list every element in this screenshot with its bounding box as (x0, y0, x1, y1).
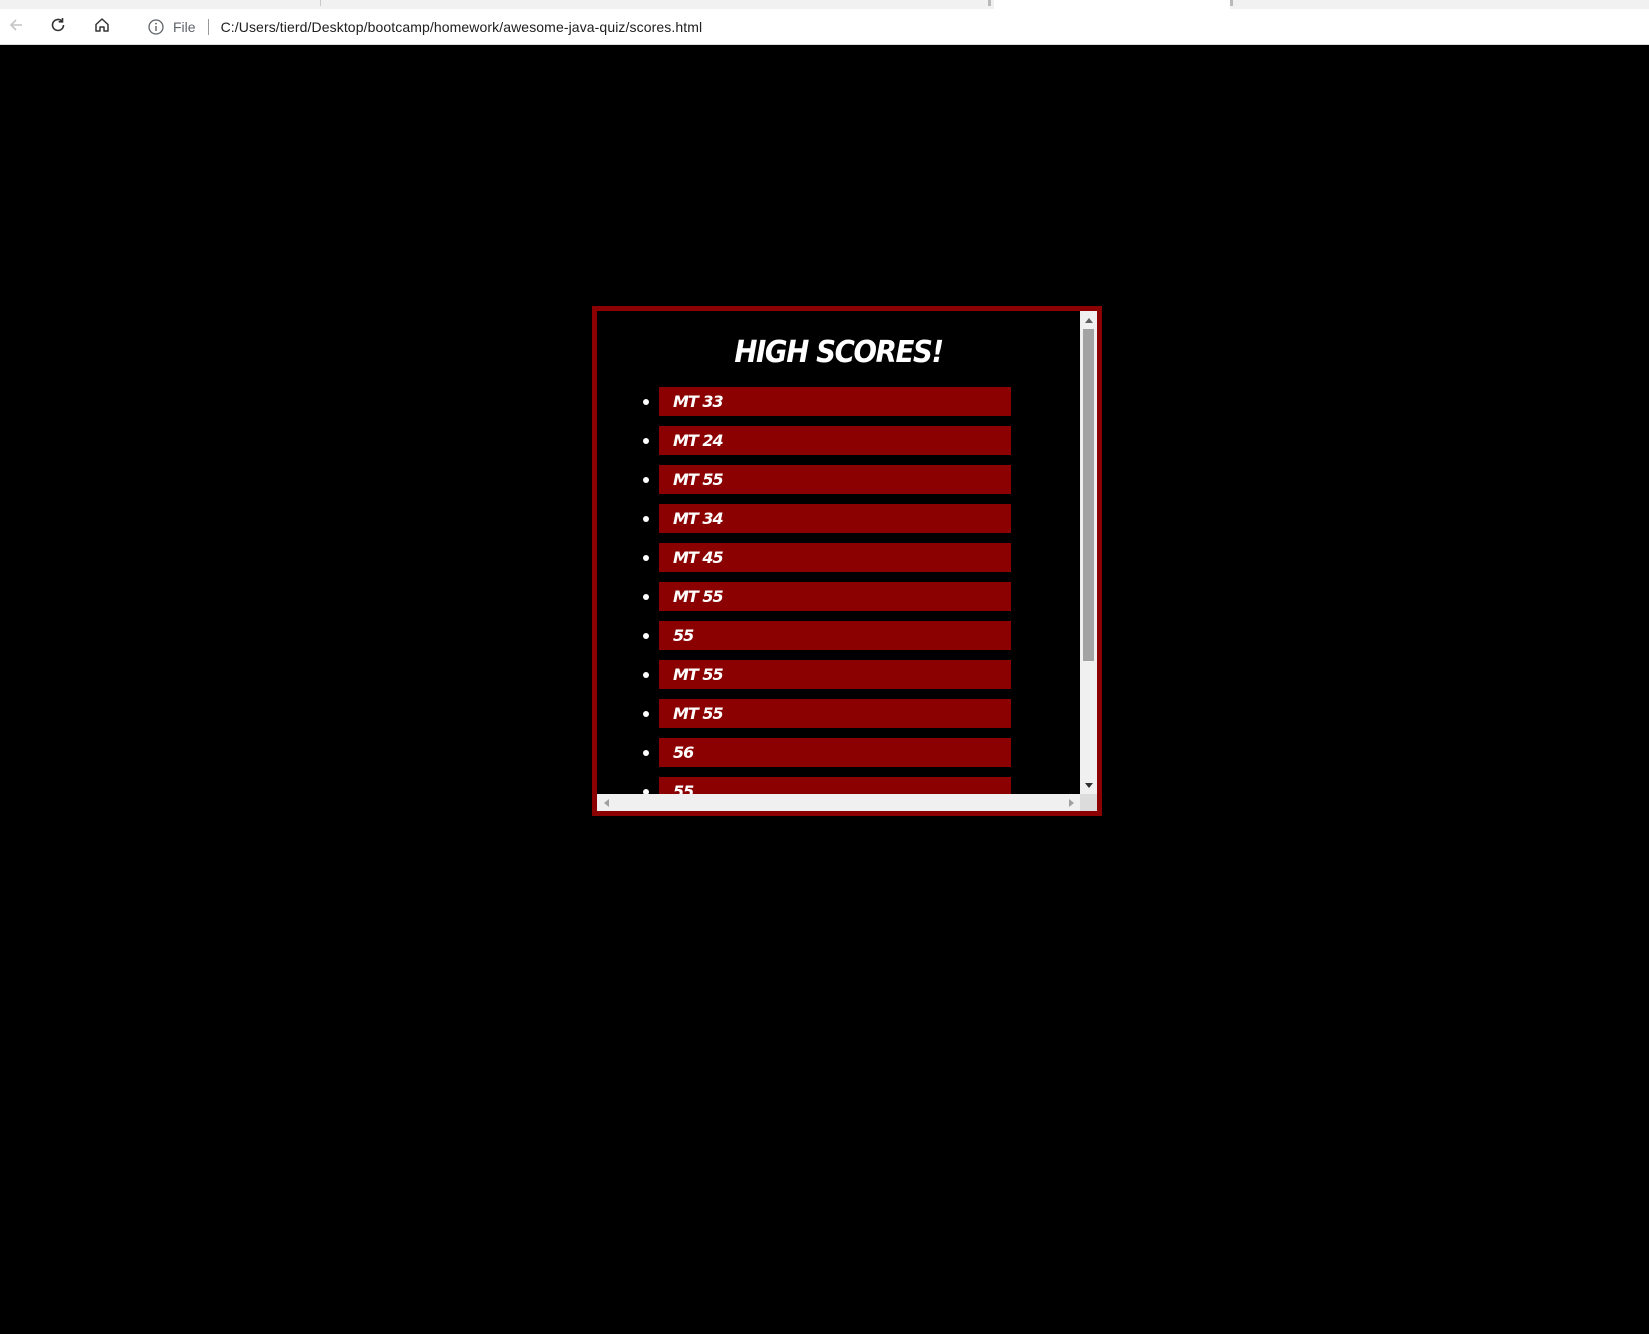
list-item: MT 55 (597, 465, 1080, 494)
list-item: MT 45 (597, 543, 1080, 572)
home-button[interactable] (88, 13, 116, 41)
bullet-icon (643, 594, 649, 600)
tab-divider (320, 0, 321, 6)
score-entry: MT 55 (659, 660, 1011, 689)
vertical-scrollbar[interactable] (1080, 311, 1097, 794)
address-scheme: File (173, 19, 196, 35)
scrollbar-corner (1080, 794, 1097, 811)
scroll-right-arrow-icon[interactable] (1063, 794, 1080, 811)
list-item: MT 55 (597, 582, 1080, 611)
score-entry: 56 (659, 738, 1011, 767)
address-bar[interactable]: File C:/Users/tierd/Desktop/bootcamp/hom… (132, 11, 1649, 43)
back-arrow-icon (7, 16, 25, 39)
back-button[interactable] (2, 13, 30, 41)
list-item: 56 (597, 738, 1080, 767)
scroll-up-arrow-icon[interactable] (1080, 311, 1097, 328)
browser-toolbar: File C:/Users/tierd/Desktop/bootcamp/hom… (0, 9, 1649, 45)
list-item: 55 (597, 621, 1080, 650)
page-title: HIGH SCORES! (734, 335, 944, 370)
score-entry: MT 55 (659, 699, 1011, 728)
scroll-left-arrow-icon[interactable] (597, 794, 614, 811)
score-entry: MT 45 (659, 543, 1011, 572)
bullet-icon (643, 750, 649, 756)
score-entry: 55 (659, 621, 1011, 650)
score-list: MT 33 MT 24 MT 55 MT 34 MT 45 MT 55 55 MT 55 MT … (597, 387, 1080, 794)
score-entry: MT 33 (659, 387, 1011, 416)
bullet-icon (643, 516, 649, 522)
home-icon (93, 16, 111, 39)
bullet-icon (643, 672, 649, 678)
list-item: MT 24 (597, 426, 1080, 455)
bullet-icon (643, 711, 649, 717)
tab-divider (988, 0, 991, 6)
scroll-down-arrow-icon[interactable] (1080, 777, 1097, 794)
bullet-icon (643, 399, 649, 405)
address-url[interactable]: C:/Users/tierd/Desktop/bootcamp/homework… (221, 19, 703, 35)
address-separator (207, 19, 209, 35)
score-entry: MT 24 (659, 426, 1011, 455)
high-scores-scroll-area[interactable]: HIGH SCORES! MT 33 MT 24 MT 55 MT 34 MT 45 MT… (597, 311, 1080, 794)
score-entry: 55 (659, 777, 1011, 794)
score-entry: MT 34 (659, 504, 1011, 533)
reload-button[interactable] (44, 13, 72, 41)
list-item: 55 (597, 777, 1080, 794)
list-item: MT 34 (597, 504, 1080, 533)
list-item: MT 55 (597, 699, 1080, 728)
scrollbar-thumb[interactable] (1083, 329, 1094, 661)
reload-icon (49, 16, 67, 39)
info-icon[interactable] (147, 18, 165, 36)
list-item: MT 33 (597, 387, 1080, 416)
tab-strip (0, 0, 1649, 9)
horizontal-scrollbar[interactable] (597, 794, 1080, 811)
bullet-icon (643, 477, 649, 483)
bullet-icon (643, 438, 649, 444)
score-entry: MT 55 (659, 582, 1011, 611)
score-entry: MT 55 (659, 465, 1011, 494)
high-scores-panel: HIGH SCORES! MT 33 MT 24 MT 55 MT 34 MT 45 MT… (592, 306, 1102, 816)
list-item: MT 55 (597, 660, 1080, 689)
tab-divider (1230, 0, 1233, 6)
bullet-icon (643, 555, 649, 561)
bullet-icon (643, 633, 649, 639)
browser-tab[interactable] (994, 0, 1230, 9)
